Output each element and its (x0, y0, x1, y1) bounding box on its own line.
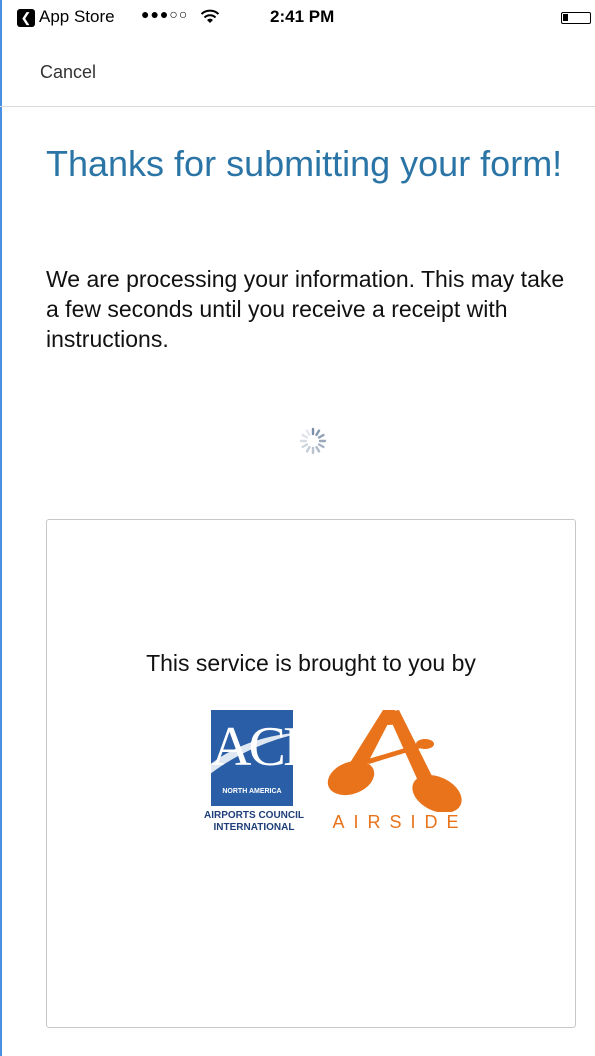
aci-logo: ACI NORTH AMERICA AIRPORTS COUNCIL INTER… (197, 710, 309, 850)
sponsor-card: This service is brought to you by ACI NO… (46, 519, 576, 1028)
battery-icon (561, 12, 591, 24)
aci-name-line1: AIRPORTS COUNCIL (204, 810, 304, 821)
status-bar: ❮ App Store ●●●○○ 2:41 PM (0, 0, 595, 40)
sponsor-intro: This service is brought to you by (146, 650, 476, 676)
airside-logo: AIRSIDE (325, 708, 475, 853)
cancel-button[interactable]: Cancel (40, 62, 96, 83)
page-title: Thanks for submitting your form! (46, 143, 563, 184)
processing-message: We are processing your information. This… (46, 266, 565, 352)
nav-bar: Cancel (0, 40, 595, 107)
back-badge-icon[interactable]: ❮ (17, 9, 35, 27)
back-to-app-label[interactable]: App Store (39, 7, 115, 27)
airside-emblem-icon (327, 710, 462, 813)
battery-fill (563, 14, 568, 21)
signal-strength: ●●●○○ (141, 6, 189, 22)
aci-fullname: AIRPORTS COUNCIL INTERNATIONAL (199, 810, 309, 834)
aci-swoosh-icon (197, 732, 305, 778)
aci-emblem: ACI NORTH AMERICA (197, 710, 305, 806)
aci-region: NORTH AMERICA (222, 788, 282, 795)
airside-wordmark: AIRSIDE (332, 812, 468, 832)
aci-name-line2: INTERNATIONAL (213, 822, 295, 833)
status-time: 2:41 PM (270, 7, 335, 26)
wifi-icon (200, 9, 220, 23)
loading-spinner-icon (299, 427, 327, 455)
